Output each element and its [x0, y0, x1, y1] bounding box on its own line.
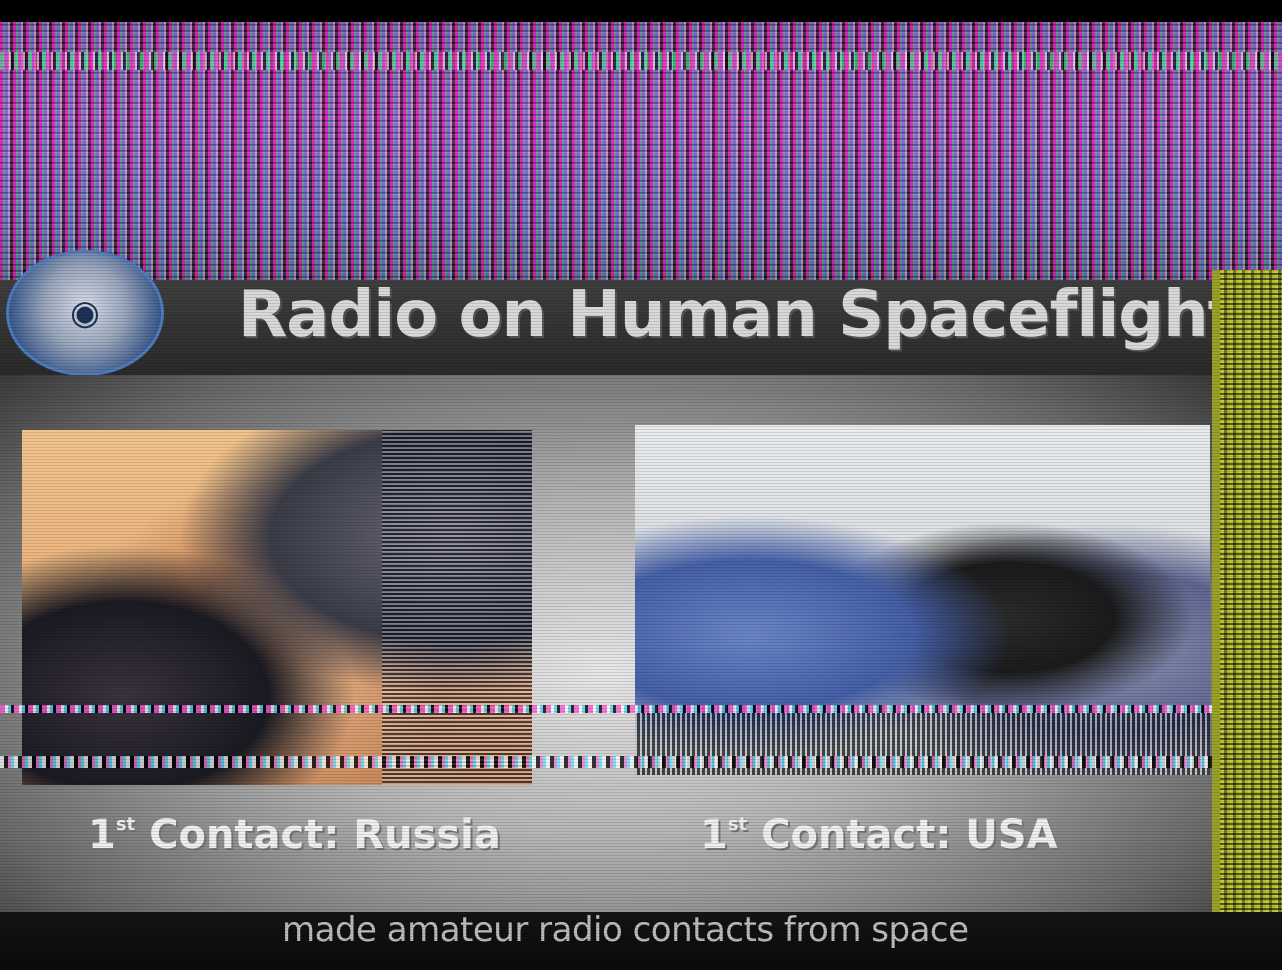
caption-ordinal: 1 [88, 812, 116, 858]
caption-russia: 1st Contact: Russia [88, 812, 501, 858]
caption-text: Contact: USA [761, 812, 1058, 858]
page-title: Radio on Human Spaceflight [238, 278, 1238, 352]
sstv-image: ◉ Radio on Human Spaceflight 1st Contact… [0, 0, 1282, 970]
photo-usa-contact [635, 425, 1210, 775]
caption-ordinal-suffix: st [727, 814, 748, 835]
caption-ordinal: 1 [700, 812, 728, 858]
signal-glitch-line [0, 705, 1282, 713]
photo-russia-contact [22, 430, 532, 785]
signal-glitch-line [0, 756, 1282, 768]
subtitle-text: made amateur radio contacts from space [282, 910, 969, 950]
signal-noise-strip [1212, 270, 1282, 970]
caption-usa: 1st Contact: USA [700, 812, 1058, 858]
logo-emblem: ◉ [6, 250, 164, 376]
signal-noise-band [0, 22, 1282, 292]
caption-ordinal-suffix: st [115, 814, 136, 835]
caption-text: Contact: Russia [149, 812, 501, 858]
top-black-bar [0, 0, 1282, 22]
